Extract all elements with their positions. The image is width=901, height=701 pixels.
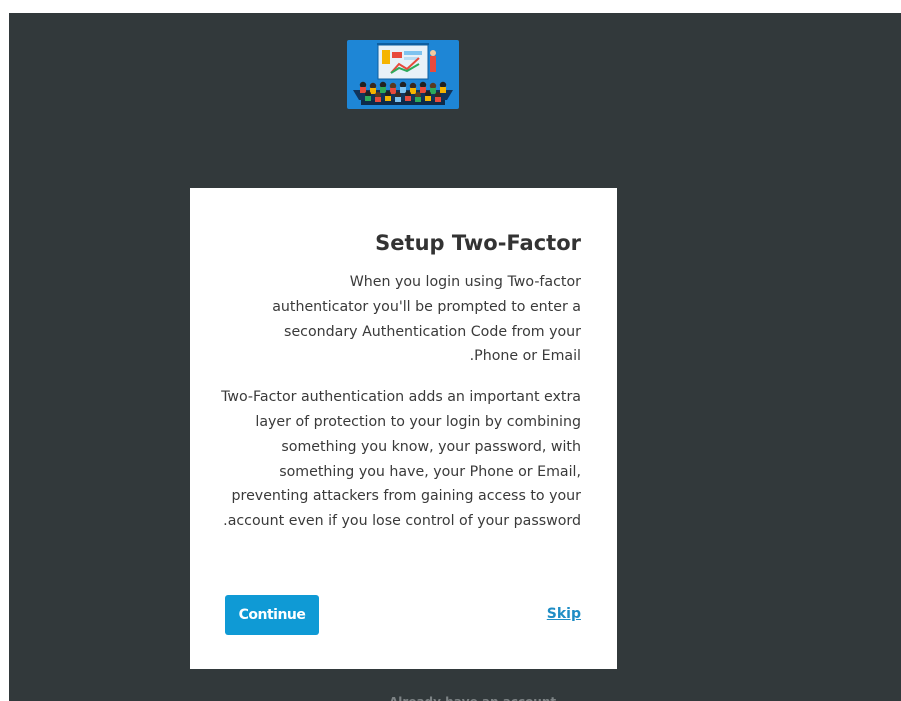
dialog-intro-text: When you login using Two-factor authenti… bbox=[272, 274, 581, 365]
footer-partial-text: Already have an account bbox=[389, 696, 556, 701]
dialog-description-text: Two-Factor authentication adds an import… bbox=[221, 389, 581, 530]
dialog-actions: Continue Skip bbox=[225, 595, 581, 635]
page-background: Setup Two-Factor When you login using Tw… bbox=[9, 13, 901, 701]
two-factor-setup-dialog: Setup Two-Factor When you login using Tw… bbox=[190, 188, 617, 669]
continue-button[interactable]: Continue bbox=[225, 595, 319, 635]
app-logo bbox=[347, 40, 459, 109]
skip-link[interactable]: Skip bbox=[547, 606, 581, 622]
dialog-title: Setup Two-Factor bbox=[375, 231, 581, 255]
conference-presentation-logo-icon bbox=[347, 40, 459, 109]
